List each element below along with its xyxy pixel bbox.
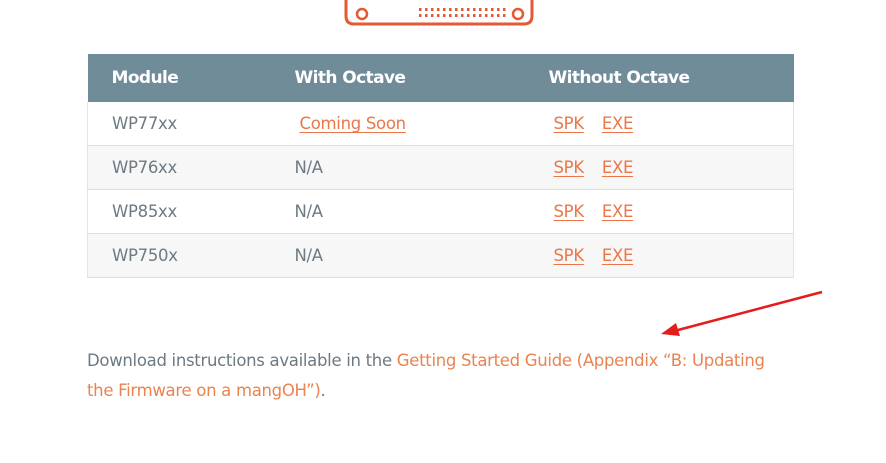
- with-octave-cell: N/A: [270, 233, 525, 278]
- table-row: WP85xx N/A SPK EXE: [87, 189, 794, 234]
- page: Module With Octave Without Octave WP77xx…: [0, 0, 886, 463]
- coming-soon-link[interactable]: Coming Soon: [300, 114, 407, 133]
- without-octave-cell: SPK EXE: [524, 145, 794, 190]
- exe-download-link[interactable]: EXE: [602, 114, 634, 133]
- firmware-download-table: Module With Octave Without Octave WP77xx…: [87, 54, 794, 278]
- table-row: WP750x N/A SPK EXE: [87, 233, 794, 278]
- header-module: Module: [87, 54, 271, 102]
- module-cell: WP750x: [87, 233, 271, 278]
- with-octave-cell: N/A: [270, 189, 525, 234]
- module-cell: WP85xx: [87, 189, 271, 234]
- spk-download-link[interactable]: SPK: [554, 158, 585, 177]
- spk-download-link[interactable]: SPK: [554, 114, 585, 133]
- spk-download-link[interactable]: SPK: [554, 246, 585, 265]
- table-row: WP76xx N/A SPK EXE: [87, 145, 794, 190]
- table-header-row: Module With Octave Without Octave: [87, 54, 794, 102]
- without-octave-cell: SPK EXE: [524, 102, 794, 146]
- without-octave-cell: SPK EXE: [524, 233, 794, 278]
- module-cell: WP76xx: [87, 145, 271, 190]
- header-without-octave: Without Octave: [524, 54, 794, 102]
- instructions-suffix: .: [320, 381, 326, 400]
- with-octave-cell: N/A: [270, 145, 525, 190]
- instructions-prefix: Download instructions available in the: [87, 351, 397, 370]
- download-instructions: Download instructions available in the G…: [87, 346, 787, 406]
- with-octave-cell: Coming Soon: [270, 102, 525, 146]
- device-board-icon: [344, 0, 534, 26]
- table-row: WP77xx Coming Soon SPK EXE: [87, 102, 794, 146]
- spk-download-link[interactable]: SPK: [554, 202, 585, 221]
- header-with-octave: With Octave: [270, 54, 525, 102]
- without-octave-cell: SPK EXE: [524, 189, 794, 234]
- exe-download-link[interactable]: EXE: [602, 246, 634, 265]
- exe-download-link[interactable]: EXE: [602, 202, 634, 221]
- module-cell: WP77xx: [87, 102, 271, 146]
- exe-download-link[interactable]: EXE: [602, 158, 634, 177]
